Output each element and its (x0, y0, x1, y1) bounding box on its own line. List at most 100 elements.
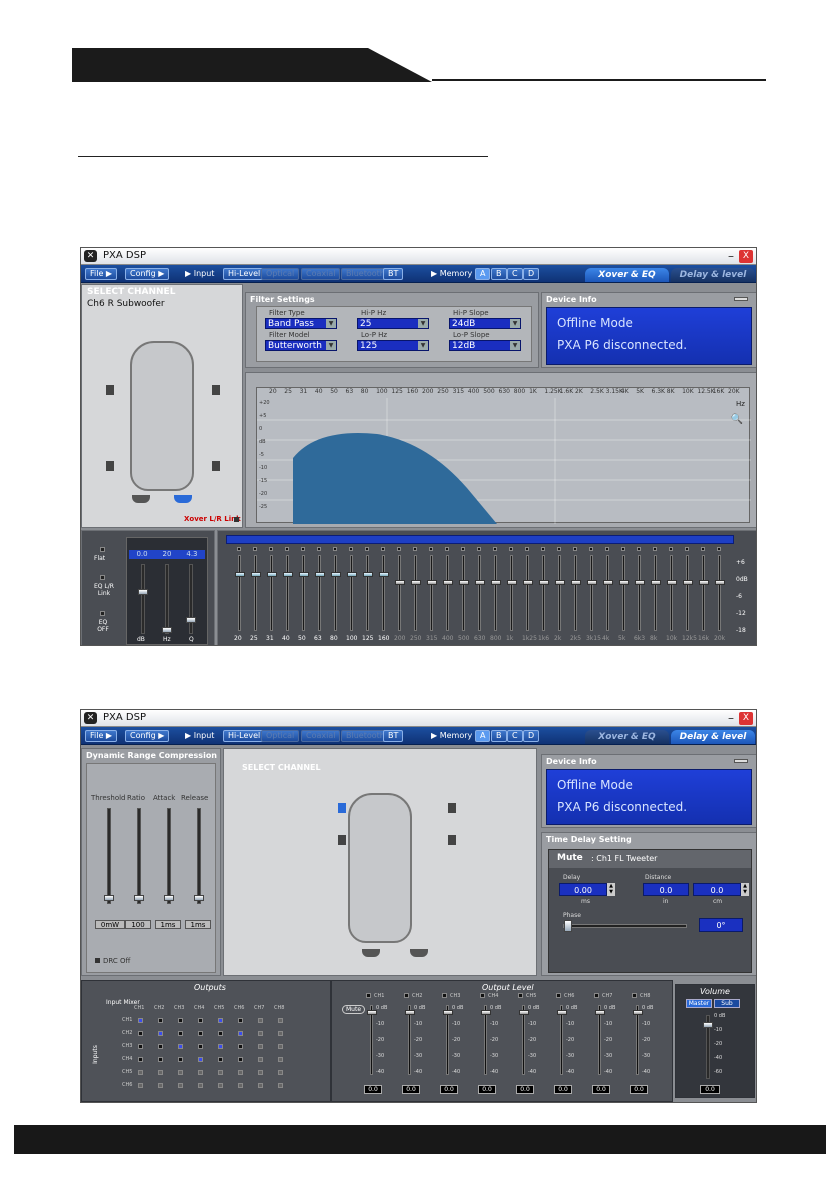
eq-band-knob[interactable] (379, 572, 389, 577)
release-fader-knob[interactable] (194, 895, 204, 901)
eq-band-fader[interactable] (683, 555, 693, 631)
coaxial-button[interactable]: Coaxial (301, 730, 341, 742)
output-fader[interactable] (595, 1005, 605, 1075)
matrix-checkbox[interactable] (198, 1083, 203, 1088)
hip-hz-dropdown[interactable]: 25 ▼ (357, 318, 429, 329)
memory-d-button[interactable]: D (523, 730, 540, 742)
tweeter-fr-icon[interactable] (448, 803, 456, 813)
eq-band-fader[interactable] (507, 555, 517, 631)
hilevel-button[interactable]: Hi-Level (223, 730, 266, 742)
eq-band-fader[interactable] (667, 555, 677, 631)
memory-b-button[interactable]: B (491, 268, 507, 280)
output-fader[interactable] (481, 1005, 491, 1075)
output-channel-checkbox[interactable] (480, 993, 485, 998)
matrix-checkbox[interactable] (238, 1044, 243, 1049)
eq-band-knob[interactable] (667, 580, 677, 585)
eq-band-fader[interactable] (635, 555, 645, 631)
speaker-rr-icon[interactable] (212, 461, 220, 471)
delay-stepper[interactable]: ▲ ▼ (607, 883, 615, 896)
lop-hz-dropdown[interactable]: 125 ▼ (357, 340, 429, 351)
matrix-checkbox[interactable] (278, 1057, 283, 1062)
phase-slider-knob[interactable] (564, 920, 572, 932)
output-channel-checkbox[interactable] (594, 993, 599, 998)
freq-fader[interactable] (162, 564, 172, 634)
eq-band-knob[interactable] (315, 572, 325, 577)
matrix-checkbox[interactable] (218, 1044, 223, 1049)
tweeter-fl-icon[interactable] (338, 803, 346, 813)
eq-band-checkbox[interactable] (333, 547, 337, 551)
eq-band-knob[interactable] (459, 580, 469, 585)
minimize-icon[interactable]: – (728, 249, 734, 263)
eq-band-fader[interactable] (475, 555, 485, 631)
matrix-checkbox[interactable] (158, 1057, 163, 1062)
eq-band-checkbox[interactable] (477, 547, 481, 551)
eq-band-knob[interactable] (619, 580, 629, 585)
file-menu-button[interactable]: File ▶ (85, 268, 118, 280)
matrix-checkbox[interactable] (178, 1070, 183, 1075)
eq-band-fader[interactable] (523, 555, 533, 631)
matrix-checkbox[interactable] (218, 1083, 223, 1088)
distance-in-input[interactable]: 0.0 (643, 883, 689, 896)
speaker-fl-icon[interactable] (338, 835, 346, 845)
eq-band-checkbox[interactable] (541, 547, 545, 551)
eq-band-checkbox[interactable] (429, 547, 433, 551)
eq-band-knob[interactable] (635, 580, 645, 585)
tab-delay-level[interactable]: Delay & level (671, 730, 755, 744)
eq-band-fader[interactable] (427, 555, 437, 631)
eq-band-fader[interactable] (411, 555, 421, 631)
eq-band-knob[interactable] (363, 572, 373, 577)
delay-input[interactable]: 0.00 (559, 883, 607, 896)
matrix-checkbox[interactable] (158, 1018, 163, 1023)
filter-type-dropdown[interactable]: Band Pass ▼ (265, 318, 337, 329)
file-menu-button[interactable]: File ▶ (85, 730, 118, 742)
matrix-checkbox[interactable] (278, 1044, 283, 1049)
matrix-checkbox[interactable] (178, 1044, 183, 1049)
eq-band-knob[interactable] (507, 580, 517, 585)
output-fader[interactable] (367, 1005, 377, 1075)
memory-c-button[interactable]: C (507, 730, 523, 742)
eq-band-knob[interactable] (587, 580, 597, 585)
matrix-checkbox[interactable] (138, 1083, 143, 1088)
matrix-checkbox[interactable] (278, 1018, 283, 1023)
matrix-checkbox[interactable] (238, 1031, 243, 1036)
eq-band-checkbox[interactable] (669, 547, 673, 551)
eq-lr-link-checkbox[interactable] (100, 575, 105, 580)
eq-band-checkbox[interactable] (253, 547, 257, 551)
bt-button[interactable]: BT (383, 730, 404, 742)
eq-band-checkbox[interactable] (285, 547, 289, 551)
matrix-checkbox[interactable] (258, 1031, 263, 1036)
matrix-checkbox[interactable] (198, 1057, 203, 1062)
eq-band-fader[interactable] (379, 555, 389, 631)
eq-band-checkbox[interactable] (557, 547, 561, 551)
eq-band-checkbox[interactable] (269, 547, 273, 551)
subwoofer-left-icon[interactable] (362, 949, 380, 957)
eq-band-fader[interactable] (299, 555, 309, 631)
output-channel-checkbox[interactable] (442, 993, 447, 998)
close-icon[interactable]: X (739, 712, 753, 725)
eq-band-fader[interactable] (587, 555, 597, 631)
config-menu-button[interactable]: Config ▶ (125, 730, 170, 742)
matrix-checkbox[interactable] (258, 1018, 263, 1023)
eq-band-fader[interactable] (571, 555, 581, 631)
eq-band-knob[interactable] (395, 580, 405, 585)
eq-off-checkbox[interactable] (100, 611, 105, 616)
eq-band-knob[interactable] (251, 572, 261, 577)
matrix-checkbox[interactable] (158, 1044, 163, 1049)
matrix-checkbox[interactable] (138, 1057, 143, 1062)
eq-band-fader[interactable] (699, 555, 709, 631)
output-fader[interactable] (633, 1005, 643, 1075)
tab-xover-eq[interactable]: Xover & EQ (585, 268, 669, 282)
eq-band-knob[interactable] (235, 572, 245, 577)
bt-button[interactable]: BT (383, 268, 404, 280)
mute-button[interactable]: Mute (557, 853, 583, 863)
memory-d-button[interactable]: D (523, 268, 540, 280)
matrix-checkbox[interactable] (238, 1057, 243, 1062)
eq-band-knob[interactable] (715, 580, 725, 585)
memory-b-button[interactable]: B (491, 730, 507, 742)
matrix-checkbox[interactable] (258, 1044, 263, 1049)
matrix-checkbox[interactable] (138, 1018, 143, 1023)
ratio-fader-knob[interactable] (134, 895, 144, 901)
xover-lr-link-checkbox[interactable] (234, 517, 239, 522)
hip-slope-dropdown[interactable]: 24dB ▼ (449, 318, 521, 329)
eq-band-checkbox[interactable] (381, 547, 385, 551)
